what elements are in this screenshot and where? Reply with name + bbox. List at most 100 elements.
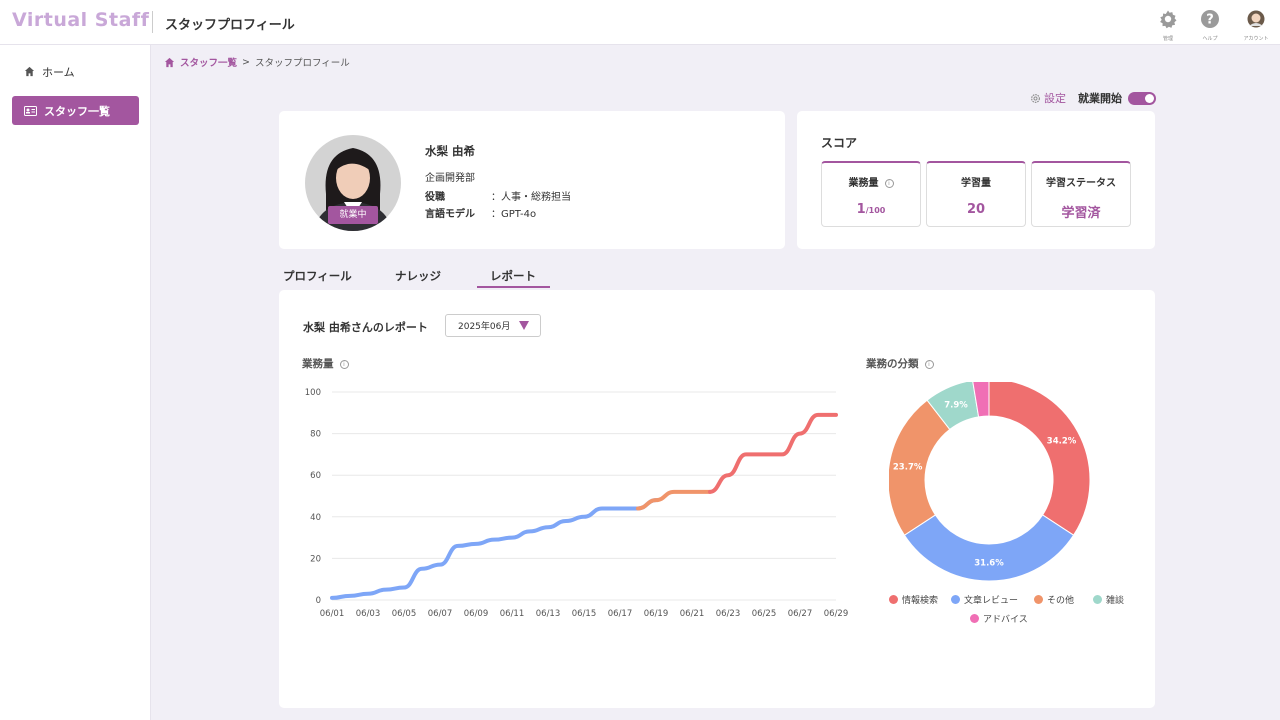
role-label: 役職	[425, 192, 445, 203]
breadcrumb: スタッフ一覧 > スタッフプロフィール	[164, 55, 350, 69]
legend-item[interactable]: 情報検索	[889, 593, 938, 606]
x-tick-label: 06/01	[320, 609, 345, 619]
admin-label: 管理	[1162, 36, 1173, 42]
y-tick-label: 40	[310, 513, 321, 523]
workload-chart-title-text: 業務量	[302, 358, 334, 370]
category-chart-title-text: 業務の分類	[866, 358, 919, 370]
slice-value-label: 7.9%	[944, 400, 968, 410]
slice-value-label: 34.2%	[1047, 437, 1077, 447]
score-learning-status: 学習ステータス 学習済	[1031, 161, 1131, 227]
account-button[interactable]: アカウント	[1234, 9, 1278, 42]
model-value: ：GPT-4o	[491, 209, 537, 220]
sidebar-item-label: ホーム	[42, 65, 75, 79]
legend-item[interactable]: その他	[1034, 593, 1074, 606]
legend-item[interactable]: 文章レビュー	[951, 593, 1018, 606]
svg-text:?: ?	[1206, 13, 1214, 28]
score-learning-amount: 学習量 20	[926, 161, 1026, 227]
account-label: アカウント	[1243, 36, 1269, 42]
workload-line-chart: 0 20 40 60 80 100 06/01 06/03 06/05 06/07 06/09 06/…	[305, 388, 848, 619]
legend-swatch	[970, 614, 979, 623]
tab-profile[interactable]: プロフィール	[283, 268, 352, 284]
sidebar-item-staff-list[interactable]: スタッフ一覧	[12, 96, 139, 125]
month-select-value: 2025年06月	[458, 322, 511, 332]
series-line	[330, 498, 658, 600]
x-tick-label: 06/15	[572, 609, 597, 619]
help-label: ヘルプ	[1202, 36, 1218, 42]
info-icon[interactable]: i	[924, 359, 934, 369]
legend-label: 情報検索	[902, 596, 939, 606]
score-value: 20	[966, 202, 986, 217]
legend-item[interactable]: 雑談	[1093, 593, 1124, 606]
score-label: 学習量	[961, 178, 991, 189]
x-tick-label: 06/23	[716, 609, 741, 619]
tab-knowledge[interactable]: ナレッジ	[395, 268, 441, 284]
legend-label: その他	[1047, 596, 1075, 606]
info-icon[interactable]: i	[339, 359, 349, 369]
role-value: ：人事・総務担当	[491, 192, 571, 203]
id-card-icon	[24, 105, 37, 116]
month-select[interactable]: 2025年06月	[445, 314, 541, 337]
account-avatar-icon	[1247, 10, 1265, 28]
breadcrumb-current: スタッフプロフィール	[254, 58, 350, 69]
x-tick-label: 06/07	[428, 609, 453, 619]
score-value: 1	[856, 202, 866, 217]
y-tick-label: 80	[310, 430, 321, 440]
x-tick-label: 06/09	[464, 609, 489, 619]
report-title: 水梨 由希さんのレポート	[303, 321, 428, 334]
x-tick-label: 06/11	[500, 609, 525, 619]
sidebar-item-home[interactable]: ホーム	[12, 57, 139, 86]
legend-swatch	[951, 595, 960, 604]
x-tick-label: 06/21	[680, 609, 705, 619]
dropdown-triangle-icon	[519, 321, 529, 330]
admin-settings-button[interactable]: 管理	[1146, 9, 1190, 42]
legend-label: 雑談	[1106, 596, 1125, 606]
score-workload: 業務量 i 1/100	[821, 161, 921, 227]
sidebar: ホーム スタッフ一覧	[0, 45, 151, 720]
staff-department: 企画開発部	[425, 173, 475, 184]
x-tick-label: 06/25	[752, 609, 777, 619]
info-icon[interactable]: i	[884, 178, 894, 188]
gear-icon	[1160, 10, 1177, 29]
x-tick-label: 06/05	[392, 609, 417, 619]
work-start-toggle[interactable]	[1128, 91, 1156, 105]
tab-report[interactable]: レポート	[490, 268, 536, 284]
donut-slice[interactable]	[903, 514, 1075, 582]
home-icon[interactable]	[164, 57, 175, 68]
report-card: 水梨 由希さんのレポート 2025年06月 業務量 i 業務の分類 i 0 20 40 6…	[279, 290, 1155, 708]
gear-icon	[1031, 93, 1040, 103]
score-suffix: /100	[865, 206, 886, 215]
score-label: 業務量	[848, 178, 879, 189]
settings-label: 設定	[1044, 92, 1066, 105]
score-card: スコア 業務量 i 1/100 学習量 20 学習ステータス 学習済	[797, 111, 1155, 249]
breadcrumb-separator: >	[242, 56, 250, 68]
work-start-label: 就業開始	[1078, 92, 1122, 105]
score-label: 学習ステータス	[1046, 178, 1116, 189]
slice-value-label: 31.6%	[974, 559, 1004, 569]
score-title: スコア	[821, 136, 858, 150]
x-tick-label: 06/17	[608, 609, 633, 619]
active-tab-indicator	[477, 286, 550, 288]
profile-card: 就業中 水梨 由希 企画開発部 役職 ：人事・総務担当 言語モデル ：GPT-4…	[279, 111, 785, 249]
legend-label: 文章レビュー	[964, 596, 1019, 606]
settings-link[interactable]: 設定	[1030, 90, 1066, 106]
series-line	[636, 489, 712, 511]
x-tick-label: 06/03	[356, 609, 381, 619]
x-tick-label: 06/19	[644, 609, 669, 619]
legend-item[interactable]: アドバイス	[970, 612, 1028, 625]
legend-label: アドバイス	[983, 615, 1028, 625]
y-tick-label: 20	[310, 554, 321, 564]
workload-chart-title: 業務量 i	[302, 356, 349, 371]
help-button[interactable]: ? ヘルプ	[1188, 9, 1232, 42]
sidebar-item-label: スタッフ一覧	[44, 104, 110, 118]
donut-slice[interactable]	[988, 382, 1091, 536]
breadcrumb-link-staff-list[interactable]: スタッフ一覧	[180, 55, 237, 69]
legend-swatch	[889, 595, 898, 604]
help-icon: ?	[1201, 10, 1219, 28]
x-tick-label: 06/13	[536, 609, 561, 619]
app-logo[interactable]: Virtual Staff	[12, 9, 149, 31]
legend-swatch	[1034, 595, 1043, 604]
category-chart-title: 業務の分類 i	[866, 356, 934, 371]
page-title: スタッフプロフィール	[165, 18, 295, 33]
actions-row: 設定 就業開始	[1030, 90, 1156, 106]
home-icon	[24, 66, 35, 77]
